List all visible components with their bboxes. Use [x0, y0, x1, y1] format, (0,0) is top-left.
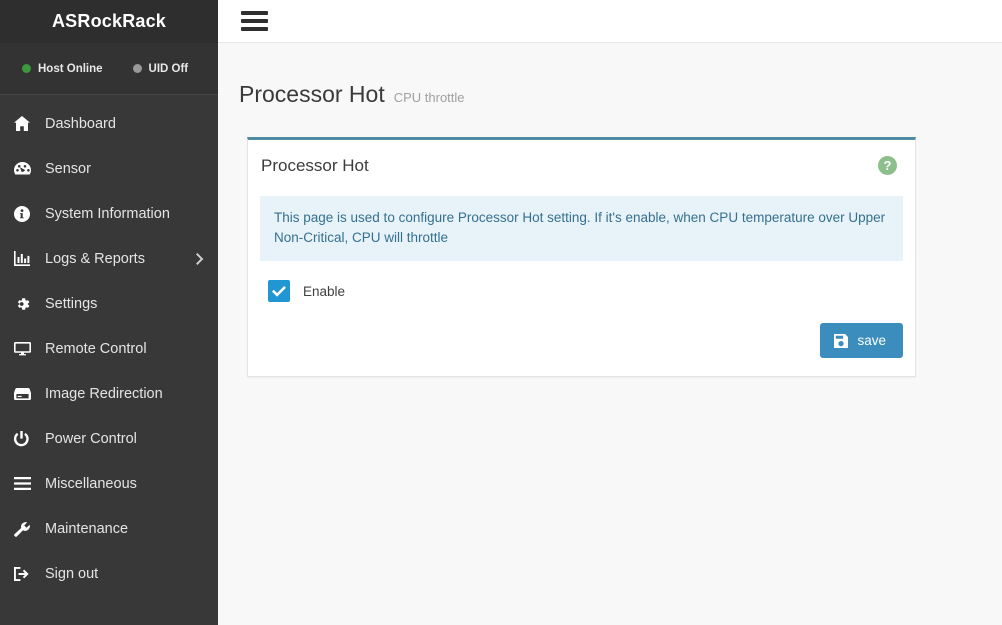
- status-label-host: Host Online: [38, 63, 103, 75]
- hamburger-icon[interactable]: [239, 9, 270, 33]
- home-icon: [14, 116, 40, 131]
- sidebar-item-logs-and-reports[interactable]: Logs & Reports: [0, 236, 218, 281]
- sidebar-item-remote-control[interactable]: Remote Control: [0, 326, 218, 371]
- card-title: Processor Hot: [260, 156, 369, 176]
- sidebar-item-sign-out[interactable]: Sign out: [0, 551, 218, 596]
- status-item-uid: UID Off: [133, 63, 189, 75]
- sidebar-item-power-control[interactable]: Power Control: [0, 416, 218, 461]
- svg-text:?: ?: [884, 158, 892, 173]
- save-button-label: save: [857, 333, 886, 348]
- sidebar-item-miscellaneous[interactable]: Miscellaneous: [0, 461, 218, 506]
- status-bar: Host Online UID Off: [0, 43, 218, 95]
- brand-title: ASRockRack: [52, 11, 166, 32]
- floppy-save-icon: [834, 334, 848, 348]
- main-area: Processor Hot CPU throttle Processor Hot…: [218, 0, 1002, 625]
- sidebar-item-sensor[interactable]: Sensor: [0, 146, 218, 191]
- status-dot-grey-icon: [133, 64, 142, 73]
- status-item-host: Host Online: [22, 63, 103, 75]
- processor-hot-card: Processor Hot ? This page is used to con…: [247, 137, 916, 377]
- sign-out-icon: [14, 567, 40, 581]
- hamburger-bar-1: [241, 11, 268, 15]
- sidebar-item-label: Dashboard: [45, 116, 116, 132]
- chevron-right-icon[interactable]: [196, 253, 204, 265]
- save-button[interactable]: save: [820, 323, 903, 358]
- sidebar-item-maintenance[interactable]: Maintenance: [0, 506, 218, 551]
- monitor-icon: [14, 342, 40, 356]
- disk-icon: [14, 388, 40, 400]
- sidebar-item-label: Settings: [45, 296, 97, 312]
- sidebar: ASRockRack Host Online UID Off Dashboard: [0, 0, 218, 625]
- info-alert: This page is used to configure Processor…: [260, 196, 903, 261]
- sidebar-item-label: Sensor: [45, 161, 91, 177]
- wrench-icon: [14, 521, 40, 537]
- app-root: ASRockRack Host Online UID Off Dashboard: [0, 0, 1002, 625]
- card-footer: save: [248, 302, 915, 376]
- sidebar-item-label: Maintenance: [45, 521, 128, 537]
- sidebar-nav: Dashboard Sensor System Information Logs…: [0, 95, 218, 625]
- enable-checkbox-row: Enable: [260, 261, 903, 302]
- question-circle-icon[interactable]: ?: [878, 156, 897, 175]
- page-title: Processor Hot: [239, 81, 385, 108]
- sidebar-item-label: Image Redirection: [45, 386, 163, 402]
- sidebar-item-label: Sign out: [45, 566, 98, 582]
- sidebar-item-label: Logs & Reports: [45, 251, 145, 267]
- sidebar-item-label: Power Control: [45, 431, 137, 447]
- card-body: This page is used to configure Processor…: [248, 196, 915, 302]
- content-area: Processor Hot CPU throttle Processor Hot…: [218, 43, 1002, 625]
- hamburger-bar-2: [241, 19, 268, 23]
- bars-icon: [14, 477, 40, 490]
- sidebar-item-image-redirection[interactable]: Image Redirection: [0, 371, 218, 416]
- sidebar-item-label: Remote Control: [45, 341, 147, 357]
- gear-icon: [14, 296, 40, 312]
- hamburger-bar-3: [241, 27, 268, 31]
- sidebar-item-system-information[interactable]: System Information: [0, 191, 218, 236]
- info-circle-icon: [14, 206, 40, 222]
- status-dot-green-icon: [22, 64, 31, 73]
- sidebar-item-dashboard[interactable]: Dashboard: [0, 101, 218, 146]
- tachometer-icon: [14, 161, 40, 176]
- power-icon: [14, 431, 40, 447]
- page-header: Processor Hot CPU throttle: [218, 43, 1002, 108]
- sidebar-item-settings[interactable]: Settings: [0, 281, 218, 326]
- card-header: Processor Hot ?: [248, 140, 915, 196]
- sidebar-item-label: System Information: [45, 206, 170, 222]
- enable-checkbox[interactable]: [268, 280, 290, 302]
- bar-chart-icon: [14, 251, 40, 266]
- sidebar-item-label: Miscellaneous: [45, 476, 137, 492]
- enable-checkbox-label: Enable: [303, 284, 345, 299]
- status-label-uid: UID Off: [149, 63, 189, 75]
- top-bar: [218, 0, 1002, 43]
- brand-logo[interactable]: ASRockRack: [0, 0, 218, 43]
- page-subtitle: CPU throttle: [394, 90, 465, 105]
